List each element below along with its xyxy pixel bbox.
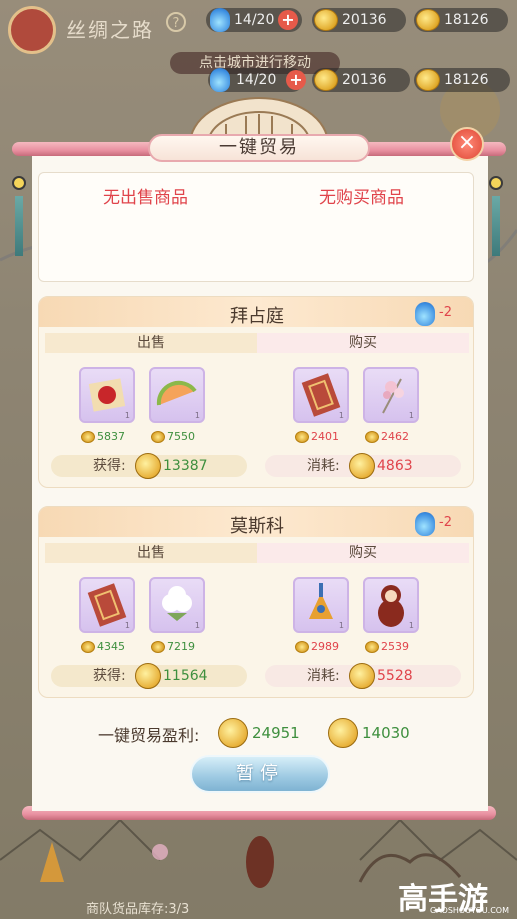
coin-icon [314,69,338,91]
item-qty: 1 [338,621,344,630]
dialog-title: 一键贸易 [148,134,370,162]
coin-icon [151,641,165,653]
buy-item-1[interactable]: 1 [293,577,349,633]
spend-label: 消耗: [307,458,340,474]
close-button[interactable]: × [450,127,484,161]
gold-coin-icon [416,9,440,31]
watermark-url: GAOSHOUYOU.COM [430,906,510,915]
item-qty: 1 [194,621,200,630]
sell-header: 出售 [45,333,257,353]
gain-bar: 获得: 11564 [51,663,247,689]
spend-bar: 消耗: 5528 [265,663,461,689]
stamina-value-top: 14/20 [234,12,275,28]
gain-value: 11564 [163,668,208,684]
coin-icon [218,718,248,748]
coin-icon [314,9,338,31]
sell-price: 7550 [167,430,195,443]
buy-item-2[interactable]: 1 [363,577,419,633]
tassel-left-icon [12,176,26,190]
coins-value-top: 20136 [342,12,387,28]
potion-icon [210,68,230,92]
sell-item-2[interactable]: 1 [149,577,205,633]
add-stamina-button[interactable]: + [286,70,306,90]
gold-pill: 18126 [414,68,510,92]
profit-gold: 14030 [362,724,410,742]
potion-icon [210,8,230,32]
item-qty: 1 [194,411,200,420]
add-stamina-button-top[interactable]: + [278,10,298,30]
coins-pill-top: 20136 [312,8,406,32]
stamina-value: 14/20 [236,72,277,88]
buy-price: 2539 [381,640,409,653]
help-icon[interactable]: ? [166,12,186,32]
gold-coin-icon [416,69,440,91]
item-qty: 1 [124,411,130,420]
coin-icon [151,431,165,443]
tassel-left [15,196,23,256]
spend-bar: 消耗: 4863 [265,453,461,479]
coins-value: 20136 [342,72,387,88]
coins-pill: 20136 [312,68,410,92]
gain-label: 获得: [93,458,126,474]
gold-pill-top: 18126 [414,8,508,32]
trade-summary-box: 无出售商品 无购买商品 [38,172,474,282]
buy-header: 购买 [257,543,469,563]
sell-item-1[interactable]: 1 [79,367,135,423]
potion-icon [415,512,435,536]
item-qty: 1 [124,621,130,630]
page-title: 丝绸之路 [66,18,154,42]
spend-value: 4863 [377,458,413,474]
gain-bar: 获得: 13387 [51,453,247,479]
caravan-stock-text: 商队货品库存:3/3 [86,902,190,917]
coin-icon [365,431,379,443]
gold-value: 18126 [444,72,489,88]
sell-price: 5837 [97,430,125,443]
tassel-right [492,196,500,256]
potion-icon [415,302,435,326]
city-name: 莫斯科 [230,516,284,537]
stamina-cost: -2 [439,515,452,530]
buy-item-1[interactable]: 1 [293,367,349,423]
profit-coins: 24951 [252,724,300,742]
tassel-right-icon [489,176,503,190]
buy-price: 2401 [311,430,339,443]
buy-header: 购买 [257,333,469,353]
gold-value-top: 18126 [444,12,489,28]
sell-header: 出售 [45,543,257,563]
coin-icon [295,431,309,443]
no-buy-text: 无购买商品 [319,188,404,208]
buy-price: 2989 [311,640,339,653]
city-card-byzantium: 拜占庭 -2 出售 购买 1 1 5837 7550 1 1 2401 2462… [38,296,474,488]
spend-value: 5528 [377,668,413,684]
coin-icon [295,641,309,653]
sell-item-1[interactable]: 1 [79,577,135,633]
coin-icon [349,663,375,689]
stamina-cost: -2 [439,305,452,320]
gain-value: 13387 [163,458,208,474]
no-sell-text: 无出售商品 [103,188,188,208]
item-qty: 1 [408,411,414,420]
sell-price: 7219 [167,640,195,653]
sell-price: 4345 [97,640,125,653]
coin-icon [365,641,379,653]
coin-icon [349,453,375,479]
item-qty: 1 [408,621,414,630]
city-card-moscow: 莫斯科 -2 出售 购买 1 1 4345 7219 1 1 2989 2539… [38,506,474,698]
gold-coin-icon [328,718,358,748]
coin-icon [81,641,95,653]
buy-item-2[interactable]: 1 [363,367,419,423]
item-qty: 1 [338,411,344,420]
buy-price: 2462 [381,430,409,443]
coin-icon [81,431,95,443]
profit-label: 一键贸易盈利: [98,726,200,745]
pause-button[interactable]: 暂停 [190,755,330,793]
gain-label: 获得: [93,668,126,684]
sell-item-2[interactable]: 1 [149,367,205,423]
back-button[interactable] [8,6,56,54]
coin-icon [135,453,161,479]
city-name: 拜占庭 [230,306,284,327]
coin-icon [135,663,161,689]
spend-label: 消耗: [307,668,340,684]
